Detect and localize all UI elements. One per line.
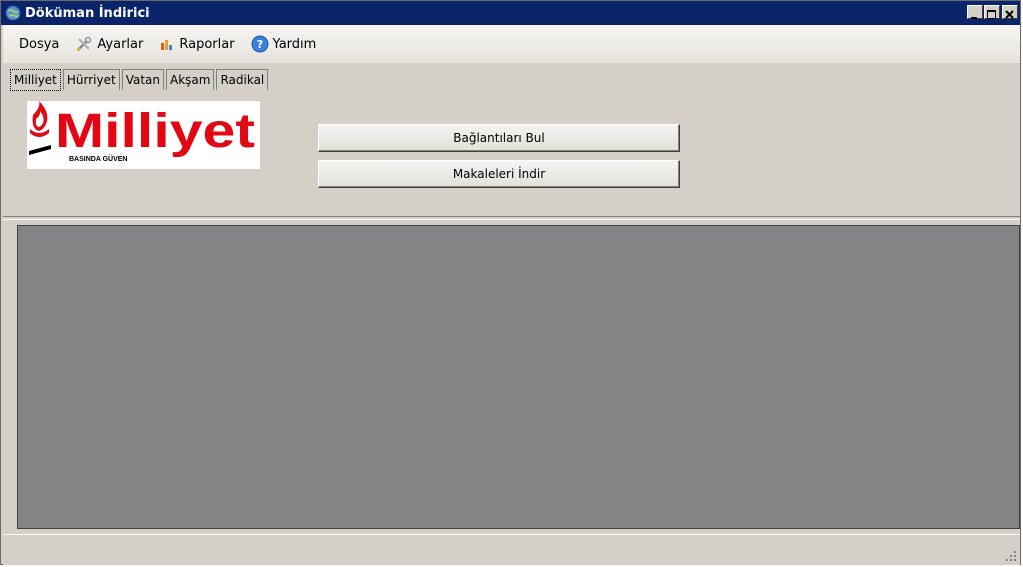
milliyet-logo: Milliyet BASINDA GÜVEN bbox=[27, 101, 260, 169]
minimize-button[interactable] bbox=[967, 5, 983, 19]
menu-raporlar-label: Raporlar bbox=[179, 36, 235, 52]
status-bar bbox=[3, 534, 1020, 565]
close-icon bbox=[1005, 10, 1014, 19]
menu-ayarlar-label: Ayarlar bbox=[97, 36, 144, 52]
help-icon: ? bbox=[251, 35, 269, 53]
menu-yardim[interactable]: ? Yardım bbox=[243, 32, 325, 56]
svg-text:?: ? bbox=[256, 38, 262, 51]
tab-hurriyet[interactable]: Hürriyet bbox=[62, 69, 120, 90]
maximize-icon bbox=[987, 10, 996, 19]
menu-dosya-label: Dosya bbox=[19, 36, 60, 52]
tab-aksam[interactable]: Akşam bbox=[166, 69, 215, 90]
window-title: Döküman İndirici bbox=[25, 5, 150, 21]
close-button[interactable] bbox=[1002, 5, 1018, 19]
globe-icon bbox=[5, 5, 21, 21]
resize-grip-icon[interactable] bbox=[1005, 550, 1017, 562]
download-articles-button[interactable]: Makaleleri İndir bbox=[318, 160, 680, 188]
menu-yardim-label: Yardım bbox=[272, 36, 317, 52]
divider bbox=[3, 216, 1020, 220]
logo-tagline: BASINDA GÜVEN bbox=[69, 154, 127, 163]
maximize-button[interactable] bbox=[984, 5, 1000, 19]
menu-raporlar[interactable]: Raporlar bbox=[151, 32, 242, 56]
find-links-button[interactable]: Bağlantıları Bul bbox=[318, 124, 680, 152]
menu-ayarlar[interactable]: Ayarlar bbox=[67, 32, 151, 56]
chart-icon bbox=[161, 40, 173, 50]
menu-bar: Dosya Ayarlar Raporlar ? Yardım bbox=[3, 25, 1020, 63]
content-area[interactable] bbox=[17, 225, 1020, 529]
minimize-icon bbox=[971, 17, 977, 19]
app-window: Döküman İndirici Dosya Ayarlar Raporlar … bbox=[0, 0, 1021, 565]
tools-icon bbox=[77, 36, 92, 51]
tab-vatan[interactable]: Vatan bbox=[121, 69, 164, 90]
tab-strip: Milliyet Hürriyet Vatan Akşam Radikal bbox=[10, 69, 270, 91]
logo-text: Milliyet bbox=[55, 105, 255, 158]
tab-milliyet[interactable]: Milliyet bbox=[10, 69, 61, 91]
title-bar[interactable]: Döküman İndirici bbox=[1, 1, 1020, 25]
menu-dosya[interactable]: Dosya bbox=[11, 32, 67, 56]
tab-panel: Milliyet BASINDA GÜVEN Bağlantıları Bul … bbox=[10, 91, 1020, 216]
tab-radikal[interactable]: Radikal bbox=[216, 69, 269, 90]
